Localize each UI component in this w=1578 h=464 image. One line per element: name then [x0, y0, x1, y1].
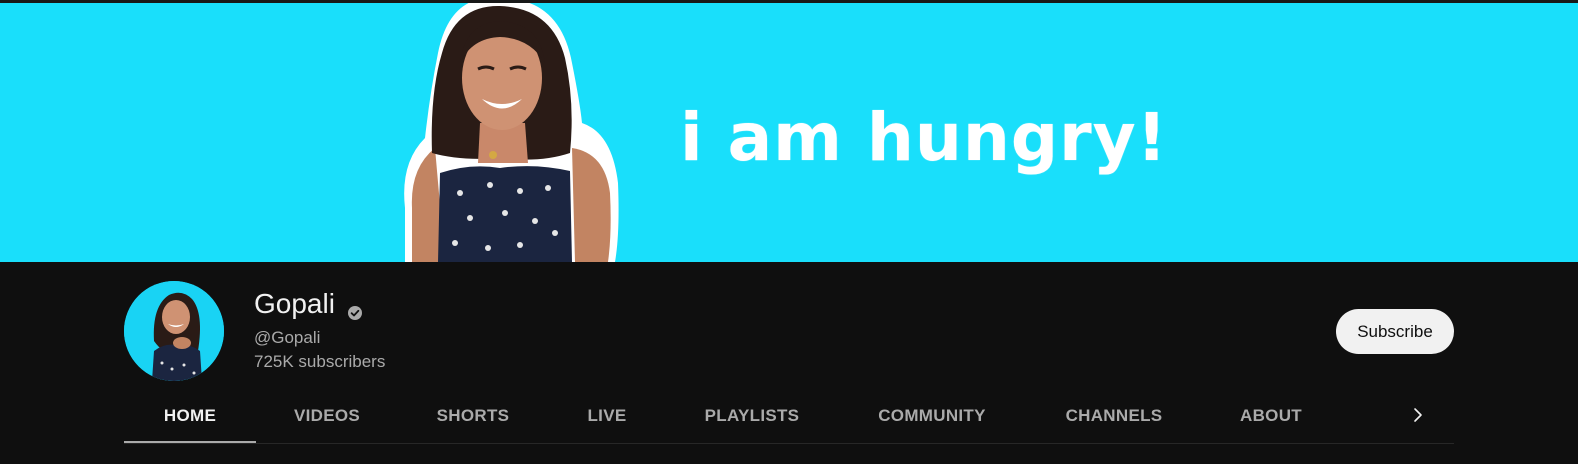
channel-avatar[interactable] — [124, 281, 224, 381]
channel-name-text: Gopali — [254, 288, 335, 319]
channel-name: Gopali — [254, 288, 363, 320]
avatar-image — [124, 281, 224, 381]
tab-live[interactable]: LIVE — [560, 388, 654, 444]
subscribe-button[interactable]: Subscribe — [1336, 309, 1454, 354]
tabs-scroll-fade — [1350, 390, 1390, 440]
tab-about[interactable]: ABOUT — [1224, 388, 1318, 444]
tab-shorts[interactable]: SHORTS — [416, 388, 530, 444]
channel-banner: i am hungry! — [0, 3, 1578, 262]
tabs-scroll-right-button[interactable] — [1398, 395, 1438, 435]
tab-community[interactable]: COMMUNITY — [858, 388, 1006, 444]
channel-handle: @Gopali — [254, 328, 321, 347]
tab-home[interactable]: HOME — [124, 388, 256, 444]
subscriber-count: 725K subscribers — [254, 352, 386, 371]
tab-channels[interactable]: CHANNELS — [1048, 388, 1180, 444]
tab-videos[interactable]: VIDEOS — [268, 388, 386, 444]
tabs-divider — [124, 443, 1454, 444]
channel-tabs: HOME VIDEOS SHORTS LIVE PLAYLISTS COMMUN… — [124, 388, 1454, 444]
chevron-right-icon — [1414, 408, 1422, 422]
verified-check-icon — [347, 296, 363, 320]
tab-playlists[interactable]: PLAYLISTS — [686, 388, 818, 444]
banner-text: i am hungry! — [680, 99, 1168, 176]
